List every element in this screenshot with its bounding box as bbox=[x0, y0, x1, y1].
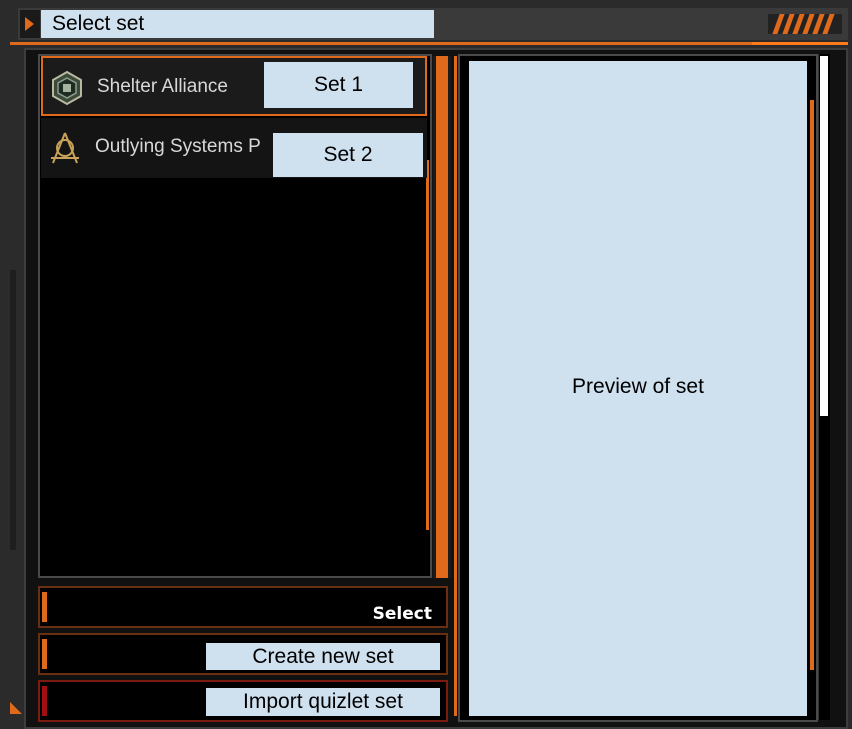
import-quizlet-set-label: Import quizlet set bbox=[206, 688, 440, 716]
preview-accent-line bbox=[454, 56, 457, 716]
set-tag: Set 1 bbox=[264, 62, 413, 108]
set-list-accent-line bbox=[426, 160, 429, 530]
create-new-set-label: Create new set bbox=[206, 643, 440, 670]
select-button-label: Select bbox=[372, 604, 432, 624]
frame-edge bbox=[10, 270, 16, 550]
title-divider bbox=[10, 42, 848, 45]
set-name: Shelter Alliance bbox=[97, 76, 228, 97]
hex-emblem-icon bbox=[52, 70, 82, 106]
button-accent bbox=[42, 639, 47, 669]
title-divider-accent bbox=[752, 42, 848, 45]
corner-decoration bbox=[10, 702, 22, 714]
stripes-decoration bbox=[768, 14, 842, 34]
set-tag: Set 2 bbox=[273, 133, 423, 177]
tripod-emblem-icon bbox=[51, 132, 79, 164]
button-accent bbox=[42, 592, 47, 622]
button-accent bbox=[42, 686, 47, 716]
select-button[interactable]: Select bbox=[38, 586, 448, 628]
set-name: Outlying Systems P bbox=[95, 136, 261, 157]
preview-scrollbar-thumb[interactable] bbox=[820, 56, 828, 416]
chevron-right-icon bbox=[20, 10, 40, 38]
window-title: Select set bbox=[41, 10, 434, 38]
preview-accent-line bbox=[810, 100, 814, 670]
preview-label: Preview of set bbox=[572, 375, 704, 398]
set-list-scrollbar-thumb[interactable] bbox=[436, 56, 448, 578]
